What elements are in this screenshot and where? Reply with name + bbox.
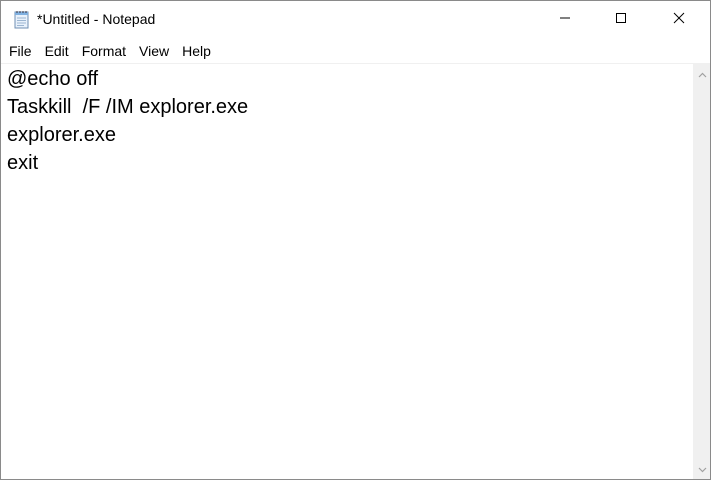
title-bar[interactable]: *Untitled - Notepad <box>1 1 710 38</box>
maximize-icon <box>615 11 627 29</box>
menu-file[interactable]: File <box>3 41 38 61</box>
menu-bar: File Edit Format View Help <box>1 39 710 63</box>
editor-line[interactable]: @echo off <box>1 65 693 93</box>
menu-edit[interactable]: Edit <box>39 41 75 61</box>
editor-line[interactable]: exit <box>1 149 693 177</box>
scroll-down-button[interactable] <box>694 460 711 477</box>
close-icon <box>673 11 685 29</box>
text-editor[interactable]: @echo off Taskkill /F /IM explorer.exe e… <box>1 63 693 479</box>
editor-line[interactable]: explorer.exe <box>1 121 693 149</box>
chevron-down-icon <box>698 460 707 478</box>
close-button[interactable] <box>656 1 702 38</box>
maximize-button[interactable] <box>598 1 644 38</box>
menu-format[interactable]: Format <box>76 41 132 61</box>
notepad-icon[interactable] <box>12 10 31 29</box>
editor-content[interactable]: @echo off Taskkill /F /IM explorer.exe e… <box>1 64 693 177</box>
chevron-up-icon <box>698 65 707 83</box>
window-title: *Untitled - Notepad <box>37 11 156 27</box>
minimize-button[interactable] <box>542 1 588 38</box>
minimize-icon <box>559 11 571 29</box>
menu-view[interactable]: View <box>133 41 175 61</box>
menu-help[interactable]: Help <box>176 41 217 61</box>
editor-line[interactable]: Taskkill /F /IM explorer.exe <box>1 93 693 121</box>
notepad-window: *Untitled - Notepad File Edit Format Vie… <box>0 0 711 480</box>
vertical-scrollbar[interactable] <box>693 63 710 479</box>
scroll-up-button[interactable] <box>694 65 711 82</box>
